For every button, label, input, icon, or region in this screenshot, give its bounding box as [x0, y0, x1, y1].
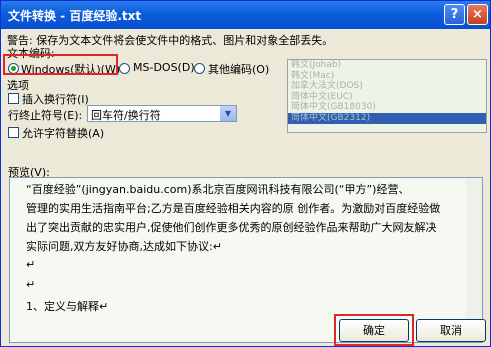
insert-line-breaks-label[interactable]: 插入换行符(I) — [22, 91, 89, 107]
file-convert-dialog: 文件转换 - 百度经验.txt ? × 警告: 保存为文本文件将会使文件中的格式… — [0, 0, 491, 347]
preview-line: 实际问题,双方友好协商,达成如下协议:↵ — [26, 240, 222, 253]
radio-other-encoding[interactable] — [194, 63, 205, 74]
preview-line: 管理的实用生活指南平台;乙方是百度经验相关内容的原 创作者。为激励对百度经验做 — [26, 202, 441, 215]
help-button[interactable]: ? — [444, 4, 465, 25]
preview-line: 出了突出贡献的忠实用户,促使他们创作更多优秀的原创经验作品来帮助广大网友解决 — [26, 221, 437, 234]
preview-line: ↵ — [26, 258, 36, 271]
allow-substitution-label[interactable]: 允许字符替换(A) — [22, 125, 104, 141]
insert-line-breaks-checkbox[interactable] — [8, 93, 19, 104]
title-bar[interactable]: 文件转换 - 百度经验.txt ? × — [1, 1, 490, 29]
line-end-value: 回车符/换行符 — [91, 109, 161, 122]
window-title: 文件转换 - 百度经验.txt — [8, 9, 142, 23]
preview-scrollbar[interactable] — [466, 178, 482, 342]
radio-ms-dos[interactable] — [119, 63, 130, 74]
radio-other-encoding-label[interactable]: 其他编码(O) — [208, 61, 269, 77]
preview-line: 1、定义与解释↵ — [26, 300, 109, 313]
encoding-item[interactable]: 加拿大法文(DOS) — [288, 81, 486, 92]
line-end-label: 行终止符号(E): — [8, 109, 83, 122]
allow-substitution-checkbox[interactable] — [8, 127, 19, 138]
encoding-item[interactable]: 韩文(Johab) — [288, 60, 486, 71]
encoding-item[interactable]: 简体中文(GB18030) — [288, 102, 486, 113]
cancel-button[interactable]: 取消 — [416, 319, 486, 342]
warning-text: 警告: 保存为文本文件将会使文件中的格式、图片和对象全部丢失。 — [7, 34, 334, 47]
encoding-item[interactable]: 简体中文(EUC) — [288, 92, 486, 103]
preview-line: “百度经验”(jingyan.baidu.com)系北京百度网讯科技有限公司(“… — [26, 183, 410, 196]
preview-line: ↵ — [26, 278, 36, 291]
encoding-item-selected[interactable]: 简体中文(GB2312) — [288, 112, 486, 124]
line-end-select[interactable]: 回车符/换行符 ▼ — [87, 105, 237, 122]
highlight-windows-option — [3, 54, 118, 75]
highlight-ok-button — [334, 314, 414, 346]
close-button[interactable]: × — [467, 4, 488, 25]
encoding-item[interactable]: 韩文(Mac) — [288, 71, 486, 82]
encoding-listbox[interactable]: 韩文(Johab) 韩文(Mac) 加拿大法文(DOS) 简体中文(EUC) 简… — [287, 59, 487, 133]
radio-ms-dos-label[interactable]: MS-DOS(D) — [133, 61, 195, 74]
chevron-down-icon[interactable]: ▼ — [220, 106, 236, 121]
